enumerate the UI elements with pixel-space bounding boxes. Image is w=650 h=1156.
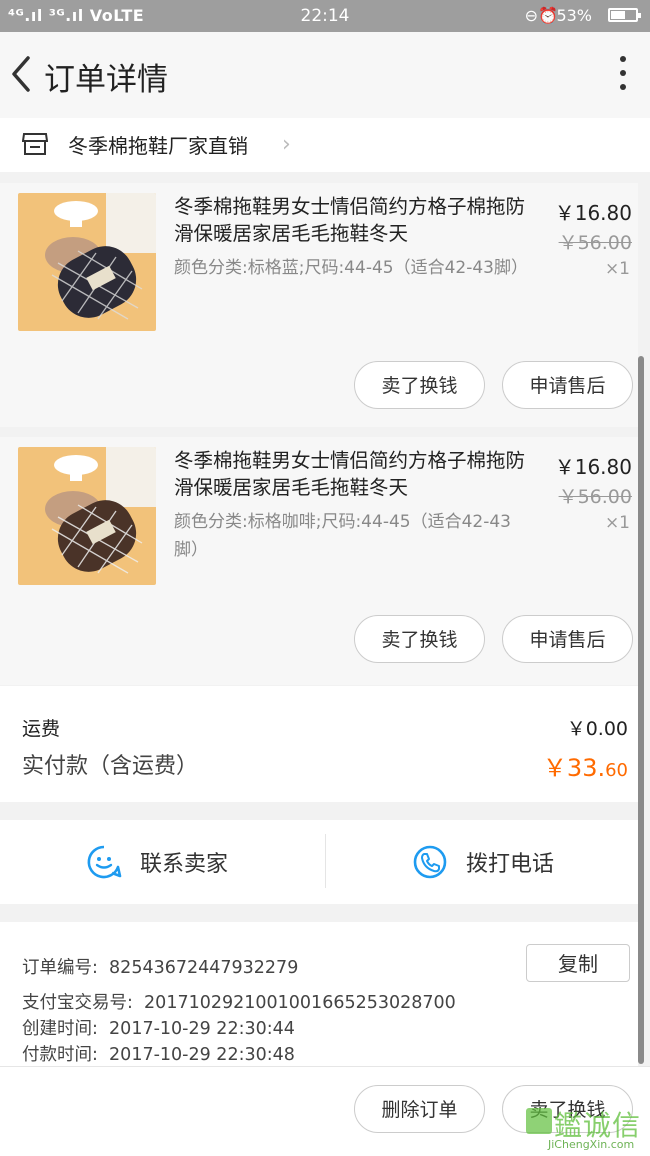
copy-button[interactable]: 复制	[526, 944, 630, 982]
delete-order-button[interactable]: 删除订单	[354, 1085, 485, 1133]
store-icon	[21, 132, 49, 156]
product-thumbnail[interactable]	[18, 447, 156, 585]
order-totals: 运费 ￥0.00 实付款（含运费） ￥33.60	[0, 686, 638, 802]
order-number: 82543672447932279	[109, 958, 299, 978]
product-title[interactable]: 冬季棉拖鞋男女士情侣简约方格子棉拖防滑保暖居家居毛毛拖鞋冬天	[174, 447, 530, 501]
paid-time: 2017-10-29 22:30:48	[109, 1045, 295, 1065]
contact-seller-button[interactable]: 联系卖家	[86, 820, 266, 904]
order-item-card: 冬季棉拖鞋男女士情侣简约方格子棉拖防滑保暖居家居毛毛拖鞋冬天 颜色分类:标格咖啡…	[0, 437, 638, 685]
product-quantity: ×1	[604, 259, 630, 279]
watermark-url: JiChengXin.com	[548, 1138, 635, 1151]
shipping-label: 运费	[22, 718, 61, 740]
shipping-value: ￥0.00	[566, 718, 628, 740]
paid-amount-cents: 60	[605, 760, 628, 781]
product-sku: 颜色分类:标格蓝;尺码:44-45（适合42-43脚）	[174, 258, 528, 278]
divider	[325, 834, 326, 888]
created-time: 2017-10-29 22:30:44	[109, 1019, 295, 1039]
product-price: ￥16.80	[554, 201, 632, 225]
contact-bar: 联系卖家 拨打电话	[0, 820, 638, 904]
product-thumbnail[interactable]	[18, 193, 156, 331]
created-time-row: 创建时间: 2017-10-29 22:30:44	[22, 1015, 295, 1040]
paid-time-label: 付款时间:	[22, 1045, 98, 1065]
after-sale-button[interactable]: 申请售后	[502, 361, 633, 409]
watermark-logo: 鑑诚信 JiChengXin.com	[526, 1104, 646, 1154]
back-arrow-icon[interactable]	[6, 52, 42, 96]
product-title[interactable]: 冬季棉拖鞋男女士情侣简约方格子棉拖防滑保暖居家居毛毛拖鞋冬天	[174, 193, 530, 247]
order-number-label: 订单编号:	[22, 958, 98, 978]
shop-name: 冬季棉拖鞋厂家直销	[68, 134, 248, 158]
shop-row[interactable]: 冬季棉拖鞋厂家直销 ›	[0, 118, 650, 172]
contact-seller-label: 联系卖家	[140, 852, 229, 877]
battery-icon	[608, 8, 641, 22]
product-original-price: ￥56.00	[558, 232, 632, 254]
battery-percent: 53%	[556, 6, 592, 25]
product-quantity: ×1	[604, 513, 630, 533]
call-phone-button[interactable]: 拨打电话	[412, 820, 592, 904]
sell-button[interactable]: 卖了换钱	[354, 615, 485, 663]
alipay-number-row: 支付宝交易号: 2017102921001001665253028700	[22, 989, 456, 1014]
product-original-price: ￥56.00	[558, 486, 632, 508]
alarm-icon: ⏰	[538, 6, 558, 25]
chat-icon	[86, 844, 122, 884]
product-price: ￥16.80	[554, 455, 632, 479]
chevron-right-icon: ›	[282, 132, 291, 157]
status-bar: ⁴ᴳ.ıl ³ᴳ.ıl VoLTE 22:14 ⊖ ⏰ 53%	[0, 0, 650, 32]
created-time-label: 创建时间:	[22, 1019, 98, 1039]
paid-label: 实付款（含运费）	[22, 754, 199, 779]
nav-bar: 订单详情	[0, 32, 650, 118]
paid-amount-main: ￥33.	[542, 754, 606, 782]
order-item-card: 冬季棉拖鞋男女士情侣简约方格子棉拖防滑保暖居家居毛毛拖鞋冬天 颜色分类:标格蓝;…	[0, 183, 638, 427]
more-options-icon[interactable]	[618, 56, 628, 96]
paid-amount: ￥33.60	[543, 748, 628, 783]
sell-button[interactable]: 卖了换钱	[354, 361, 485, 409]
order-info: 订单编号: 82543672447932279 复制 支付宝交易号: 20171…	[0, 922, 638, 1066]
order-number-row: 订单编号: 82543672447932279	[22, 954, 298, 979]
page-title: 订单详情	[44, 62, 168, 98]
watermark-box	[526, 1108, 552, 1134]
after-sale-button[interactable]: 申请售后	[502, 615, 633, 663]
alipay-number: 2017102921001001665253028700	[144, 993, 456, 1013]
scrollbar[interactable]	[638, 356, 644, 1064]
alipay-number-label: 支付宝交易号:	[22, 993, 133, 1013]
product-sku: 颜色分类:标格咖啡;尺码:44-45（适合42-43脚）	[174, 512, 511, 560]
call-phone-label: 拨打电话	[466, 852, 555, 877]
paid-time-row: 付款时间: 2017-10-29 22:30:48	[22, 1041, 295, 1066]
phone-icon	[412, 844, 448, 884]
lock-rotation-icon: ⊖	[524, 6, 538, 25]
